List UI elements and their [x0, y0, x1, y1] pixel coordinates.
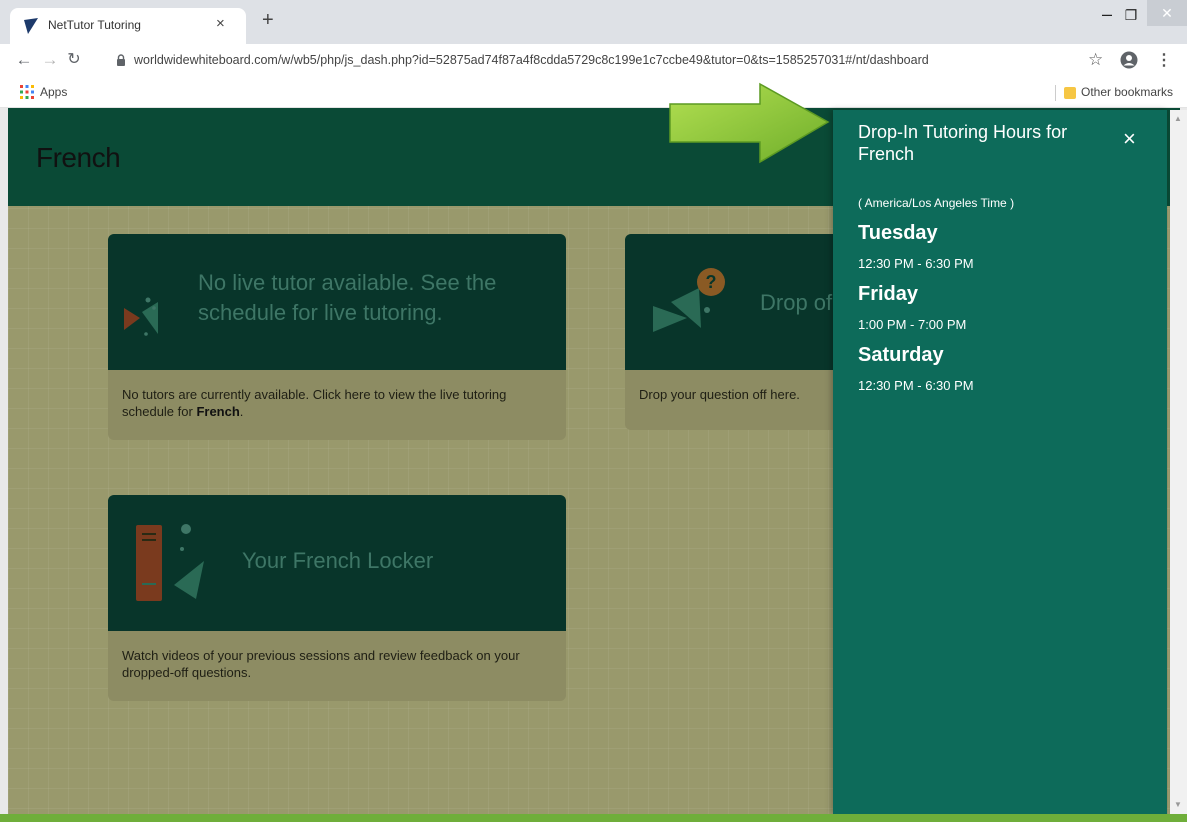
card-banner: Your French Locker — [108, 495, 566, 631]
address-bar[interactable]: worldwidewhiteboard.com/w/wb5/php/js_das… — [134, 53, 929, 67]
svg-text:?: ? — [706, 272, 717, 292]
tab-strip: NetTutor Tutoring × + – ❐ ✕ — [0, 0, 1187, 44]
live-tutoring-card[interactable]: No live tutor available. See the schedul… — [108, 234, 566, 440]
drop-off-card[interactable]: ? Drop of Drop your question off here. — [625, 234, 855, 430]
apps-bookmark[interactable]: Apps — [40, 85, 67, 99]
os-taskbar — [0, 814, 1187, 822]
locker-icon — [136, 524, 204, 601]
live-banner-text: No live tutor available. See the schedul… — [198, 270, 497, 325]
panel-title: Drop-In Tutoring Hours for French — [858, 122, 1068, 164]
window-close-button[interactable]: ✕ — [1147, 0, 1187, 26]
folder-icon — [1064, 87, 1076, 99]
locker-banner-text: Your French Locker — [242, 548, 434, 573]
reload-icon[interactable]: ↻ — [64, 50, 84, 70]
fish-icon — [124, 297, 158, 336]
schedule-hours: 12:30 PM - 6:30 PM — [858, 256, 974, 271]
bookmarks-divider — [1055, 85, 1056, 101]
locker-card[interactable]: Your French Locker Watch videos of your … — [108, 495, 566, 701]
live-desc-suffix: . — [239, 404, 244, 419]
schedule-hours: 12:30 PM - 6:30 PM — [858, 378, 974, 393]
live-desc-text: No tutors are currently available. Click… — [122, 387, 507, 419]
schedule-day: Tuesday — [858, 222, 938, 244]
schedule-hours: 1:00 PM - 7:00 PM — [858, 317, 967, 332]
drop-card-description: Drop your question off here. — [639, 387, 800, 402]
scroll-down-icon[interactable]: ▼ — [1174, 800, 1182, 809]
tutoring-hours-panel: Drop-In Tutoring Hours for French × ( Am… — [833, 110, 1167, 814]
star-icon[interactable]: ☆ — [1088, 50, 1103, 70]
new-tab-button[interactable]: + — [262, 10, 274, 30]
profile-icon[interactable] — [1120, 51, 1138, 69]
minimize-button[interactable]: – — [1095, 4, 1119, 26]
browser-toolbar: ← → ↻ worldwidewhiteboard.com/w/wb5/php/… — [0, 44, 1187, 78]
drop-banner-text: Drop of — [760, 290, 833, 315]
timezone-label: ( America/Los Angeles Time ) — [858, 196, 1015, 210]
menu-icon[interactable]: ⋮ — [1156, 50, 1172, 70]
page-scrollbar[interactable]: ▲ ▼ — [1170, 110, 1187, 814]
card-banner: No live tutor available. See the schedul… — [108, 234, 566, 370]
page-title: French — [36, 142, 121, 173]
schedule-day: Saturday — [858, 344, 944, 366]
forward-icon[interactable]: → — [40, 50, 60, 70]
other-bookmarks[interactable]: Other bookmarks — [1081, 85, 1173, 99]
bookmarks-bar: Apps Other bookmarks — [0, 78, 1187, 108]
browser-tab[interactable]: NetTutor Tutoring × — [10, 8, 246, 44]
locker-card-description: Watch videos of your previous sessions a… — [122, 648, 520, 680]
back-icon[interactable]: ← — [14, 50, 34, 70]
close-icon[interactable]: × — [1123, 128, 1136, 150]
scroll-up-icon[interactable]: ▲ — [1174, 114, 1182, 123]
nettutor-favicon-icon — [24, 18, 38, 34]
browser-window: NetTutor Tutoring × + – ❐ ✕ ← → ↻ worldw… — [0, 0, 1187, 822]
schedule-day: Friday — [858, 283, 919, 305]
lock-icon — [117, 54, 125, 66]
card-banner: ? Drop of — [625, 234, 855, 370]
tab-close-icon[interactable]: × — [216, 15, 225, 32]
apps-icon[interactable] — [20, 85, 34, 99]
tab-title: NetTutor Tutoring — [48, 18, 141, 32]
arrow-annotation-icon — [669, 82, 830, 164]
question-icon: ? — [653, 268, 725, 332]
live-card-description: No tutors are currently available. Click… — [122, 386, 552, 420]
maximize-button[interactable]: ❐ — [1119, 4, 1143, 26]
live-desc-subject: French — [196, 404, 240, 419]
